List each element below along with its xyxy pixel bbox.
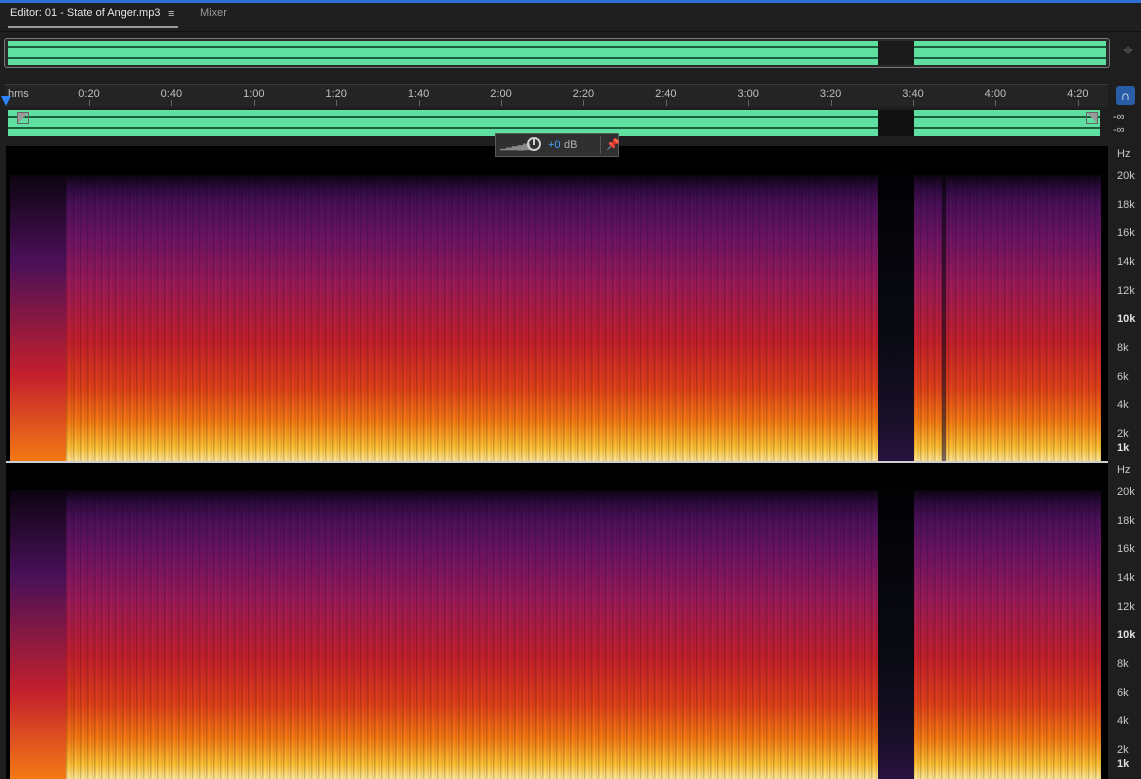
- zoom-navigator-icon[interactable]: ⌖: [1118, 41, 1138, 61]
- frequency-label: 8k: [1117, 658, 1129, 670]
- ruler-units-label: hms: [8, 88, 29, 100]
- spectrogram-intro-band: [10, 490, 66, 779]
- ruler-tick-mark: [1077, 100, 1079, 106]
- left-gutter: [0, 146, 6, 779]
- ruler-tick-mark: [995, 100, 997, 106]
- frequency-label: 16k: [1117, 543, 1135, 555]
- ruler-tick-mark: [748, 100, 750, 106]
- ruler-tick-mark: [583, 100, 585, 106]
- ruler-tick-label: 1:40: [407, 88, 430, 100]
- frequency-unit-label: Hz: [1117, 464, 1131, 476]
- frequency-label: 18k: [1117, 199, 1135, 211]
- hud-volume-unit: dB: [564, 139, 578, 151]
- hud-volume-value[interactable]: +0: [548, 139, 561, 151]
- ruler-tick-mark: [171, 100, 173, 106]
- ruler-tick-label: 3:00: [737, 88, 759, 100]
- frequency-label: 1k: [1117, 442, 1130, 454]
- volume-knob-needle: [533, 138, 535, 145]
- ruler-tick-label: 3:20: [819, 88, 842, 100]
- waveform-silence-region: [878, 110, 914, 136]
- ruler-tick-label: 2:00: [490, 88, 512, 100]
- overview-silence-region: [878, 41, 914, 65]
- ruler-tick-label: 2:20: [572, 88, 595, 100]
- ruler-tick-label: 2:40: [655, 88, 677, 100]
- waveform-channel-line: [8, 116, 1100, 118]
- spectrogram-channel-left[interactable]: [10, 175, 1101, 462]
- frequency-label: 2k: [1117, 744, 1129, 756]
- channel-divider[interactable]: [5, 461, 1108, 463]
- ruler-tick-label: 0:20: [78, 88, 100, 100]
- frequency-label: 4k: [1117, 399, 1129, 411]
- ruler-tick-label: 4:00: [984, 88, 1007, 100]
- ruler-tick-mark: [89, 100, 90, 106]
- frequency-label: 14k: [1117, 256, 1135, 268]
- frequency-axis: [1108, 146, 1141, 779]
- frequency-label: 10k: [1117, 313, 1136, 325]
- ruler-tick-label: 1:00: [243, 88, 265, 100]
- frequency-label: 2k: [1117, 428, 1129, 440]
- ruler-tick-label: 0:40: [160, 88, 183, 100]
- spectrogram-channel-right[interactable]: [10, 490, 1101, 779]
- frequency-label: 12k: [1117, 285, 1135, 297]
- ruler-tick-mark: [336, 100, 338, 106]
- ruler-tick-mark: [418, 100, 420, 106]
- ruler-tick-label: 1:20: [325, 88, 347, 100]
- frequency-label: 18k: [1117, 515, 1135, 527]
- frequency-label: 16k: [1117, 227, 1135, 239]
- tab-editor[interactable]: Editor: 01 - State of Anger.mp3: [10, 7, 160, 19]
- level-readout-top: -∞: [1113, 111, 1125, 123]
- playhead-marker-icon[interactable]: [1, 96, 11, 106]
- frequency-label: 10k: [1117, 629, 1136, 641]
- ruler-tick-label: 4:20: [1067, 88, 1089, 100]
- frequency-unit-label: Hz: [1117, 148, 1131, 160]
- overview-channel-line: [8, 46, 1106, 48]
- tab-menu-icon[interactable]: ≡: [168, 8, 174, 20]
- frequency-label: 4k: [1117, 715, 1129, 727]
- overview-channel-line: [8, 57, 1106, 59]
- waveform-channel-line: [8, 127, 1100, 129]
- frequency-label: 20k: [1117, 170, 1135, 182]
- frequency-label: 1k: [1117, 758, 1130, 770]
- tab-mixer[interactable]: Mixer: [200, 7, 227, 19]
- frequency-label: 6k: [1117, 371, 1129, 383]
- frequency-label: 8k: [1117, 342, 1129, 354]
- tab-active-underline: [8, 26, 178, 28]
- frequency-label: 12k: [1117, 601, 1135, 613]
- hud-separator: [600, 136, 601, 154]
- overview-waveform[interactable]: [8, 41, 1106, 65]
- fade-out-handle[interactable]: [1086, 112, 1098, 124]
- ruler-tick-mark: [501, 100, 502, 106]
- frequency-label: 20k: [1117, 486, 1135, 498]
- frequency-label: 6k: [1117, 687, 1129, 699]
- fade-in-handle[interactable]: [17, 112, 29, 124]
- spectrogram-silence-region: [878, 490, 914, 779]
- spectrogram-silence-region: [878, 175, 914, 462]
- hud-level-meter-icon: ▁▂▃▄▅: [500, 140, 530, 150]
- pin-icon[interactable]: 📌: [606, 138, 620, 151]
- ruler-tick-mark: [913, 100, 914, 106]
- ruler-tick-mark: [830, 100, 832, 106]
- frequency-label: 14k: [1117, 572, 1135, 584]
- spectrogram-silence-region: [942, 175, 946, 462]
- spectrogram-intro-band: [10, 175, 66, 462]
- level-readout-bottom: -∞: [1113, 124, 1125, 136]
- ruler-tick-mark: [665, 100, 667, 106]
- ruler-tick-label: 3:40: [902, 88, 924, 100]
- ruler-tick-mark: [253, 100, 255, 106]
- snap-magnet-icon[interactable]: ∩: [1116, 86, 1135, 105]
